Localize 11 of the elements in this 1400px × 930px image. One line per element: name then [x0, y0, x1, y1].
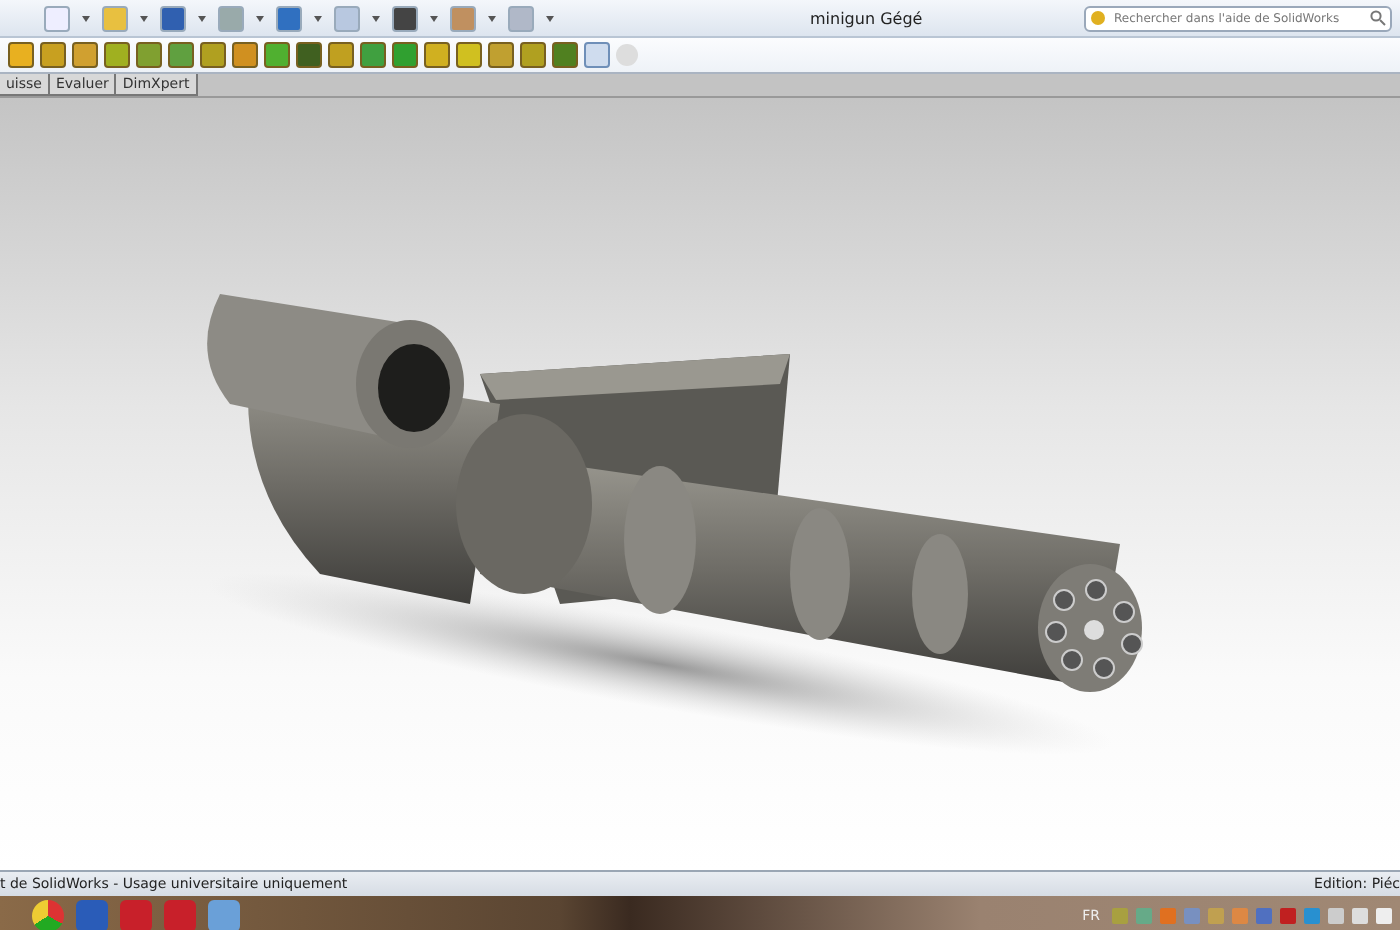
dropdown-arrow-icon[interactable] [256, 15, 264, 21]
window-title: minigun Gégé [810, 9, 925, 27]
search-icon[interactable] [1370, 10, 1386, 26]
dropdown-arrow-icon[interactable] [140, 15, 148, 21]
dropdown-arrow-icon[interactable] [546, 15, 554, 21]
dropdown-arrow-icon[interactable] [314, 15, 322, 21]
dropdown-arrow-icon[interactable] [82, 15, 90, 21]
dropdown-arrow-icon[interactable] [488, 15, 496, 21]
dropdown-arrow-icon[interactable] [372, 15, 380, 21]
dropdown-arrow-icon[interactable] [430, 15, 438, 21]
dropdown-arrow-icon[interactable] [198, 15, 206, 21]
